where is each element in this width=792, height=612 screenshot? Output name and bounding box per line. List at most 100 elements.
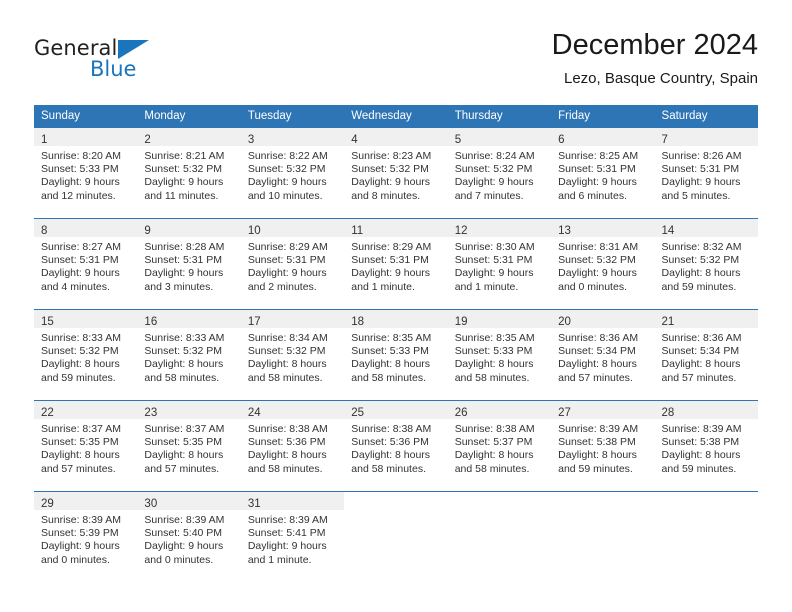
daylight-text: Daylight: 9 hours <box>247 267 327 280</box>
day-cell[interactable]: 4 Sunrise: 8:23 AM Sunset: 5:32 PM Dayli… <box>344 128 448 210</box>
day-cell[interactable]: 9 Sunrise: 8:28 AM Sunset: 5:31 PM Dayli… <box>137 219 241 301</box>
sunrise-text: Sunrise: 8:33 AM <box>41 332 121 344</box>
day-cell[interactable]: 29 Sunrise: 8:39 AM Sunset: 5:39 PM Dayl… <box>34 492 138 574</box>
day-cell[interactable]: 7 Sunrise: 8:26 AM Sunset: 5:31 PM Dayli… <box>654 128 758 210</box>
daylight-text: Daylight: 8 hours <box>247 449 327 462</box>
general-blue-logo: General Blue <box>34 36 214 92</box>
daylight-text-cont: and 59 minutes. <box>661 280 737 293</box>
daylight-text: Daylight: 9 hours <box>144 540 224 553</box>
day-details: Sunrise: 8:35 AM Sunset: 5:33 PM Dayligh… <box>448 328 551 385</box>
day-number: 31 <box>247 498 261 510</box>
sunrise-text: Sunrise: 8:38 AM <box>351 423 432 435</box>
sunrise-text: Sunrise: 8:33 AM <box>144 332 225 344</box>
day-number-band: 18 <box>344 310 448 328</box>
sunrise-text: Sunrise: 8:24 AM <box>454 150 535 162</box>
daylight-text: Daylight: 8 hours <box>661 267 741 280</box>
day-cell[interactable]: 12 Sunrise: 8:30 AM Sunset: 5:31 PM Dayl… <box>447 219 552 301</box>
day-number-band: 12 <box>447 219 552 237</box>
sunrise-text: Sunrise: 8:31 AM <box>558 241 639 253</box>
day-number-band: 7 <box>654 128 758 146</box>
day-cell[interactable]: 28 Sunrise: 8:39 AM Sunset: 5:38 PM Dayl… <box>654 401 758 483</box>
day-cell[interactable]: 20 Sunrise: 8:36 AM Sunset: 5:34 PM Dayl… <box>551 310 655 392</box>
day-cell[interactable]: 2 Sunrise: 8:21 AM Sunset: 5:32 PM Dayli… <box>137 128 241 210</box>
day-details: Sunrise: 8:28 AM Sunset: 5:31 PM Dayligh… <box>137 237 240 294</box>
daylight-text: Daylight: 9 hours <box>558 176 637 189</box>
daylight-text-cont: and 58 minutes. <box>454 462 530 475</box>
daylight-text-cont: and 11 minutes. <box>144 189 219 202</box>
day-cell[interactable]: 15 Sunrise: 8:33 AM Sunset: 5:32 PM Dayl… <box>34 310 138 392</box>
daylight-text-cont: and 5 minutes. <box>661 189 731 202</box>
day-number-band: 31 <box>240 492 345 510</box>
sunrise-text: Sunrise: 8:38 AM <box>454 423 535 435</box>
day-cell[interactable]: 10 Sunrise: 8:29 AM Sunset: 5:31 PM Dayl… <box>240 219 345 301</box>
day-number: 17 <box>247 316 261 328</box>
day-cell[interactable]: 27 Sunrise: 8:39 AM Sunset: 5:38 PM Dayl… <box>551 401 655 483</box>
page-header: General Blue December 2024 Lezo, Basque … <box>0 0 792 100</box>
day-details: Sunrise: 8:30 AM Sunset: 5:31 PM Dayligh… <box>448 237 551 294</box>
day-cell[interactable]: 1 Sunrise: 8:20 AM Sunset: 5:33 PM Dayli… <box>34 128 138 210</box>
day-cell[interactable]: 19 Sunrise: 8:35 AM Sunset: 5:33 PM Dayl… <box>447 310 552 392</box>
week-spacer <box>34 301 758 309</box>
daylight-text-cont: and 1 minute. <box>247 553 312 566</box>
daylight-text-cont: and 57 minutes. <box>41 462 116 475</box>
sunset-text: Sunset: 5:35 PM <box>41 436 119 449</box>
sunrise-text: Sunrise: 8:29 AM <box>351 241 432 253</box>
daylight-text: Daylight: 9 hours <box>351 267 431 280</box>
day-number: 30 <box>144 498 158 510</box>
day-number-band: 13 <box>551 219 655 237</box>
sunset-text: Sunset: 5:32 PM <box>351 163 429 176</box>
day-cell[interactable]: 17 Sunrise: 8:34 AM Sunset: 5:32 PM Dayl… <box>240 310 345 392</box>
day-number: 21 <box>661 316 675 328</box>
daylight-text-cont: and 57 minutes. <box>144 462 220 475</box>
day-cell[interactable]: 13 Sunrise: 8:31 AM Sunset: 5:32 PM Dayl… <box>551 219 655 301</box>
day-cell[interactable]: 31 Sunrise: 8:39 AM Sunset: 5:41 PM Dayl… <box>240 492 345 574</box>
daylight-text: Daylight: 9 hours <box>661 176 741 189</box>
day-number-band: 26 <box>447 401 552 419</box>
sunset-text: Sunset: 5:39 PM <box>41 527 119 540</box>
day-details: Sunrise: 8:38 AM Sunset: 5:36 PM Dayligh… <box>241 419 344 476</box>
day-cell[interactable]: 21 Sunrise: 8:36 AM Sunset: 5:34 PM Dayl… <box>654 310 758 392</box>
day-cell[interactable]: 23 Sunrise: 8:37 AM Sunset: 5:35 PM Dayl… <box>137 401 241 483</box>
day-details: Sunrise: 8:24 AM Sunset: 5:32 PM Dayligh… <box>448 146 551 203</box>
day-details: Sunrise: 8:32 AM Sunset: 5:32 PM Dayligh… <box>655 237 758 294</box>
sunset-text: Sunset: 5:31 PM <box>454 254 533 267</box>
day-cell[interactable]: 5 Sunrise: 8:24 AM Sunset: 5:32 PM Dayli… <box>447 128 552 210</box>
day-cell[interactable]: 8 Sunrise: 8:27 AM Sunset: 5:31 PM Dayli… <box>34 219 138 301</box>
day-details: Sunrise: 8:38 AM Sunset: 5:36 PM Dayligh… <box>344 419 447 476</box>
day-number-band: 9 <box>137 219 241 237</box>
sunset-text: Sunset: 5:33 PM <box>41 163 119 176</box>
day-number-band: 3 <box>240 128 345 146</box>
sunrise-text: Sunrise: 8:30 AM <box>454 241 535 253</box>
day-cell[interactable]: 30 Sunrise: 8:39 AM Sunset: 5:40 PM Dayl… <box>137 492 241 574</box>
day-number-band: 5 <box>447 128 552 146</box>
day-cell[interactable]: 26 Sunrise: 8:38 AM Sunset: 5:37 PM Dayl… <box>447 401 552 483</box>
sunrise-text: Sunrise: 8:25 AM <box>558 150 639 162</box>
sunset-text: Sunset: 5:35 PM <box>144 436 223 449</box>
day-details: Sunrise: 8:20 AM Sunset: 5:33 PM Dayligh… <box>34 146 137 203</box>
daylight-text-cont: and 59 minutes. <box>41 371 116 384</box>
daylight-text: Daylight: 9 hours <box>41 176 120 189</box>
daylight-text-cont: and 58 minutes. <box>351 371 426 384</box>
day-number: 23 <box>144 407 158 419</box>
daylight-text: Daylight: 9 hours <box>247 176 327 189</box>
day-cell[interactable]: 11 Sunrise: 8:29 AM Sunset: 5:31 PM Dayl… <box>344 219 448 301</box>
day-details: Sunrise: 8:34 AM Sunset: 5:32 PM Dayligh… <box>241 328 344 385</box>
day-cell[interactable]: 25 Sunrise: 8:38 AM Sunset: 5:36 PM Dayl… <box>344 401 448 483</box>
day-details: Sunrise: 8:39 AM Sunset: 5:39 PM Dayligh… <box>34 510 137 567</box>
title-block: December 2024 Lezo, Basque Country, Spai… <box>552 28 758 88</box>
day-cell[interactable]: 3 Sunrise: 8:22 AM Sunset: 5:32 PM Dayli… <box>240 128 345 210</box>
week-spacer <box>34 392 758 400</box>
day-cell[interactable]: 6 Sunrise: 8:25 AM Sunset: 5:31 PM Dayli… <box>551 128 655 210</box>
day-number: 22 <box>41 407 54 419</box>
day-cell[interactable]: 24 Sunrise: 8:38 AM Sunset: 5:36 PM Dayl… <box>240 401 345 483</box>
day-number: 24 <box>247 407 261 419</box>
day-cell[interactable]: 16 Sunrise: 8:33 AM Sunset: 5:32 PM Dayl… <box>137 310 241 392</box>
daylight-text: Daylight: 8 hours <box>661 358 741 371</box>
day-cell[interactable]: 18 Sunrise: 8:35 AM Sunset: 5:33 PM Dayl… <box>344 310 448 392</box>
day-cell[interactable]: 22 Sunrise: 8:37 AM Sunset: 5:35 PM Dayl… <box>34 401 138 483</box>
day-number: 19 <box>454 316 468 328</box>
week-row: 22 Sunrise: 8:37 AM Sunset: 5:35 PM Dayl… <box>34 400 758 483</box>
day-cell[interactable]: 14 Sunrise: 8:32 AM Sunset: 5:32 PM Dayl… <box>654 219 758 301</box>
day-details: Sunrise: 8:36 AM Sunset: 5:34 PM Dayligh… <box>655 328 758 385</box>
daylight-text-cont: and 6 minutes. <box>558 189 627 202</box>
